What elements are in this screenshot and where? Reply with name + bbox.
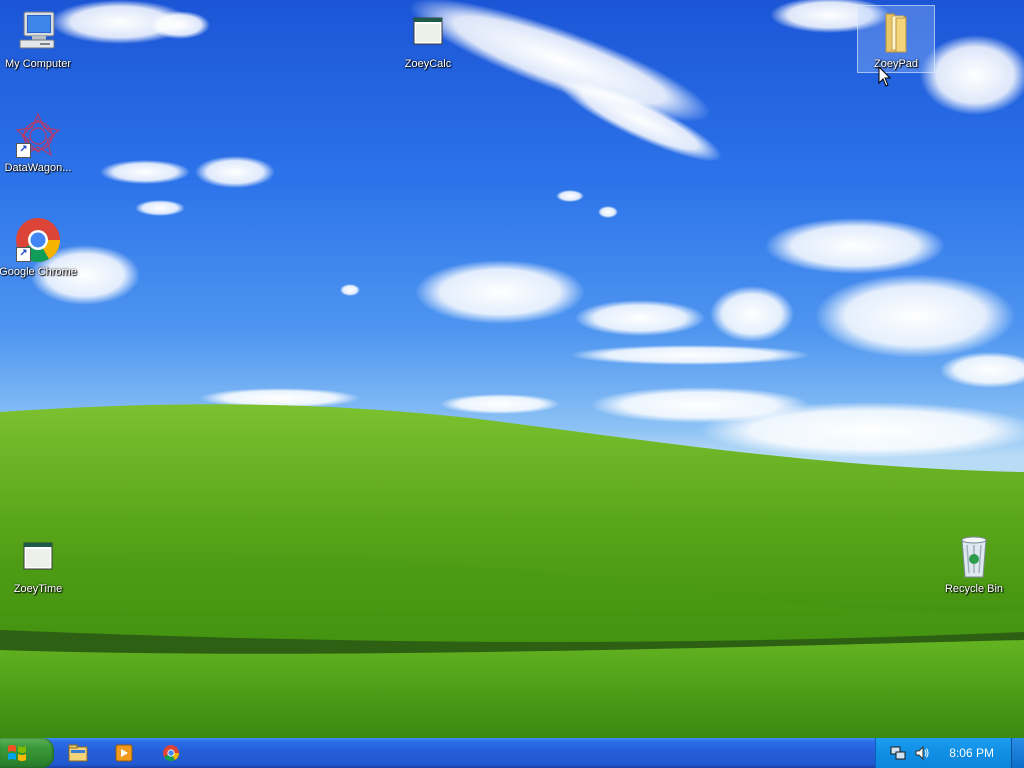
system-tray: 8:06 PM [875, 738, 1024, 768]
wallpaper [0, 0, 1024, 738]
desktop-icon-google-chrome[interactable]: ↗ Google Chrome [0, 216, 78, 278]
quick-launch-media-player[interactable] [113, 743, 135, 763]
desktop-icon-label: DataWagon... [4, 162, 72, 174]
mouse-cursor-icon [878, 66, 892, 87]
desktop-icon-recycle-bin[interactable]: Recycle Bin [934, 533, 1014, 595]
network-icon[interactable] [890, 745, 906, 761]
desktop-icon-zoeypad[interactable]: ZoeyPad [857, 5, 935, 73]
chrome-icon: ↗ [14, 216, 62, 264]
desktop-icon-zoeycalc[interactable]: ZoeyCalc [388, 8, 468, 70]
folder-icon [872, 8, 920, 56]
desktop-icon-label: Recycle Bin [944, 583, 1004, 595]
chrome-icon [163, 745, 180, 762]
clock[interactable]: 8:06 PM [949, 746, 994, 760]
desktop-icon-label: ZoeyCalc [404, 58, 452, 70]
recycle-bin-icon [950, 533, 998, 581]
windows-logo-icon [8, 745, 26, 761]
computer-icon [14, 8, 62, 56]
desktop-icon-label: ZoeyPad [873, 58, 919, 70]
datawagon-icon: ↗ [14, 112, 62, 160]
desktop-icon-label: ZoeyTime [13, 583, 63, 595]
quick-launch-chrome[interactable] [160, 743, 182, 763]
taskbar: 8:06 PM [0, 738, 1024, 768]
show-desktop-button[interactable] [1011, 738, 1024, 768]
start-button[interactable] [0, 738, 54, 768]
desktop-icon-zoeytime[interactable]: ZoeyTime [0, 533, 78, 595]
desktop-icon-label: Google Chrome [0, 266, 77, 278]
shortcut-arrow-icon: ↗ [16, 143, 31, 158]
shortcut-arrow-icon: ↗ [16, 247, 31, 262]
media-player-icon [115, 744, 133, 762]
app-window-icon [404, 8, 452, 56]
volume-icon[interactable] [914, 745, 930, 761]
desktop-icon-datawagon[interactable]: ↗ DataWagon... [0, 112, 78, 174]
app-window-icon [14, 533, 62, 581]
quick-launch-file-explorer[interactable] [67, 743, 89, 763]
desktop[interactable]: My Computer ZoeyCalc ZoeyPad ↗ DataWagon… [0, 0, 1024, 738]
file-explorer-icon [68, 744, 88, 762]
desktop-icon-label: My Computer [4, 58, 72, 70]
desktop-icon-my-computer[interactable]: My Computer [0, 8, 78, 70]
